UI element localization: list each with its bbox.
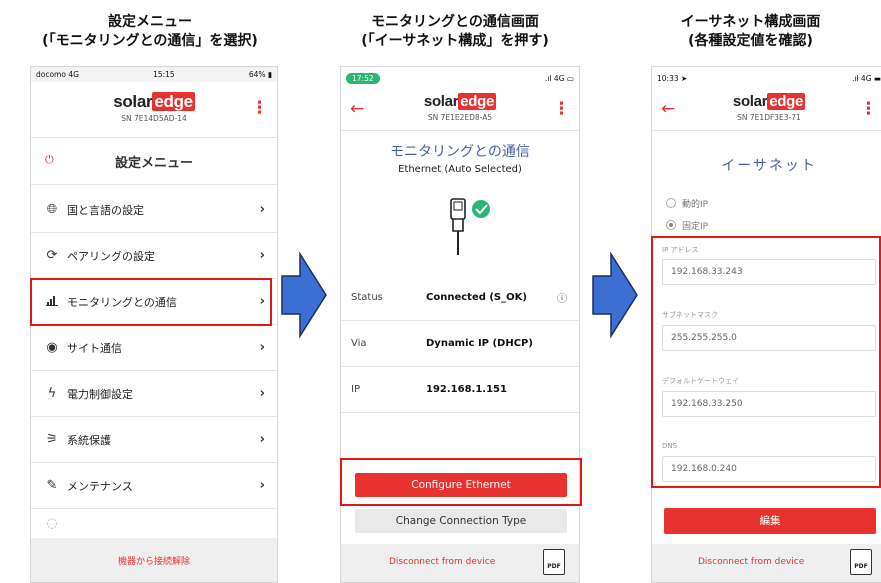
disconnect-link[interactable]: 機器から接続解除 bbox=[31, 554, 277, 567]
ethernet-cable-icon bbox=[450, 198, 490, 255]
menu-item-grid-protection[interactable]: ⚞ 系統保護 › bbox=[31, 417, 277, 463]
menu-title: 設定メニュー bbox=[114, 156, 193, 171]
serial-number: SN 7E1DF3E3-71 bbox=[737, 113, 801, 122]
app-header: ← solar edge SN 7E1E2ED8-A5 ⋮ bbox=[341, 89, 579, 131]
via-key: Via bbox=[351, 338, 367, 349]
status-bar: 17:52 .ıl 4G ▭ bbox=[341, 67, 579, 89]
carrier-label: docomo 4G bbox=[36, 70, 79, 79]
clock-label: 17:52 bbox=[346, 72, 380, 84]
menu-item-power-control[interactable]: ϟ 電力制御設定 › bbox=[31, 371, 277, 417]
app-header: ← solar edge SN 7E1DF3E3-71 ⋮ bbox=[652, 89, 881, 131]
via-row: Via Dynamic IP (DHCP) bbox=[341, 321, 579, 367]
network-label: .ıl 4G ▭ bbox=[544, 73, 574, 83]
pdf-icon[interactable]: PDF bbox=[543, 549, 565, 575]
disconnect-link[interactable]: Disconnect from device bbox=[389, 557, 495, 567]
radio-static-label: 固定IP bbox=[682, 222, 709, 232]
globe-icon: 🌐︎ bbox=[46, 202, 58, 217]
lightning-icon: ϟ bbox=[47, 386, 57, 401]
status-bar: 10:33 ➤ .ıl 4G ▬ bbox=[652, 67, 881, 89]
col3-title: イーサネット構成画面 (各種設定値を確認) bbox=[620, 13, 881, 51]
grid-tower-icon: ⚞ bbox=[46, 432, 58, 447]
menu-item-label: 国と言語の設定 bbox=[67, 203, 144, 217]
info-icon[interactable]: ⓘ bbox=[557, 290, 567, 305]
status-key: Status bbox=[351, 292, 383, 303]
chevron-right-icon: › bbox=[259, 478, 265, 493]
status-value: Connected (S_OK) bbox=[426, 292, 527, 303]
menu-item-maintenance[interactable]: ✎ メンテナンス › bbox=[31, 463, 277, 509]
pdf-icon[interactable]: PDF bbox=[850, 549, 872, 575]
menu-item-country-language[interactable]: 🌐︎ 国と言語の設定 › bbox=[31, 187, 277, 233]
highlight-ethernet-fields bbox=[651, 236, 881, 488]
highlight-monitoring-item bbox=[30, 278, 272, 326]
disconnect-link[interactable]: Disconnect from device bbox=[698, 557, 804, 567]
col2-title-line1: モニタリングとの通信画面 bbox=[371, 14, 539, 30]
solaredge-logo: solar edge bbox=[423, 93, 497, 110]
serial-number: SN 7E1E2ED8-A5 bbox=[427, 113, 493, 122]
solaredge-logo: solar edge bbox=[732, 93, 806, 110]
col1-title: 設定メニュー (「モニタリングとの通信」を選択) bbox=[0, 13, 300, 51]
status-row: Status Connected (S_OK) ⓘ bbox=[341, 275, 579, 321]
arrow-right-icon bbox=[281, 251, 327, 339]
col2-title: モニタリングとの通信画面 (「イーサネット構成」を押す) bbox=[320, 13, 590, 51]
wrench-icon: ✎ bbox=[46, 478, 58, 493]
radio-dynamic-label: 動的IP bbox=[682, 200, 709, 210]
status-bar: docomo 4G 15:15 64% ▮ bbox=[31, 67, 277, 82]
chevron-right-icon: › bbox=[259, 340, 265, 355]
chevron-right-icon: › bbox=[259, 202, 265, 217]
pairing-icon: ⟳ bbox=[46, 248, 58, 263]
footer-bar: 機器から接続解除 bbox=[31, 538, 277, 582]
via-value: Dynamic IP (DHCP) bbox=[426, 338, 533, 349]
radio-dynamic-ip[interactable] bbox=[666, 198, 676, 208]
clock-label: 10:33 ➤ bbox=[657, 73, 688, 83]
screen-title: イーサネット bbox=[721, 158, 817, 174]
col2-title-line2: (「イーサネット構成」を押す) bbox=[361, 33, 549, 49]
solaredge-logo: solar edge bbox=[113, 92, 195, 111]
menu-item-label: サイト通信 bbox=[67, 341, 122, 355]
arrow-right-icon bbox=[592, 251, 638, 339]
menu-item-site-communication[interactable]: ◉ サイト通信 › bbox=[31, 325, 277, 371]
edit-button[interactable]: 編集 bbox=[664, 508, 876, 534]
more-menu-icon[interactable]: ⋮ bbox=[251, 100, 268, 117]
app-header: solar edge SN 7E14D5AD-14 ⋮ bbox=[31, 82, 277, 138]
col1-title-line1: 設定メニュー bbox=[108, 14, 192, 30]
network-label: .ıl 4G ▬ bbox=[851, 73, 881, 83]
connection-subtitle: Ethernet (Auto Selected) bbox=[398, 164, 522, 175]
ip-key: IP bbox=[351, 384, 360, 395]
footer-bar: Disconnect from device PDF bbox=[341, 544, 579, 582]
more-menu-icon[interactable]: ⋮ bbox=[860, 101, 877, 118]
col3-title-line2: (各種設定値を確認) bbox=[688, 33, 813, 49]
menu-item-label: 系統保護 bbox=[67, 433, 111, 447]
menu-item-pairing[interactable]: ⟳ ペアリングの設定 › bbox=[31, 233, 277, 279]
menu-title-bar: ⏻ 設定メニュー bbox=[31, 139, 277, 185]
change-connection-type-button[interactable]: Change Connection Type bbox=[355, 509, 567, 533]
footer-bar: Disconnect from device PDF bbox=[652, 544, 881, 582]
menu-item-label: ペアリングの設定 bbox=[67, 249, 155, 263]
chevron-right-icon: › bbox=[259, 386, 265, 401]
location-pin-icon: ◉ bbox=[46, 340, 58, 355]
radio-static-ip[interactable] bbox=[666, 220, 676, 230]
highlight-configure-button bbox=[340, 458, 582, 506]
clock-label: 15:15 bbox=[153, 70, 175, 79]
more-menu-icon[interactable]: ⋮ bbox=[553, 101, 570, 118]
chevron-right-icon: › bbox=[259, 432, 265, 447]
menu-item-label: メンテナンス bbox=[67, 479, 133, 493]
ip-value: 192.168.1.151 bbox=[426, 384, 507, 395]
battery-label: 64% ▮ bbox=[248, 70, 272, 79]
serial-number: SN 7E14D5AD-14 bbox=[121, 114, 187, 123]
col1-title-line2: (「モニタリングとの通信」を選択) bbox=[42, 33, 258, 49]
chevron-right-icon: › bbox=[259, 248, 265, 263]
screen-title: モニタリングとの通信 bbox=[390, 144, 530, 160]
menu-item-partial: ◌ bbox=[31, 509, 277, 539]
menu-item-label: 電力制御設定 bbox=[67, 387, 133, 401]
col3-title-line1: イーサネット構成画面 bbox=[680, 14, 821, 30]
ip-row: IP 192.168.1.151 bbox=[341, 367, 579, 413]
settings-icon: ◌ bbox=[46, 516, 58, 531]
